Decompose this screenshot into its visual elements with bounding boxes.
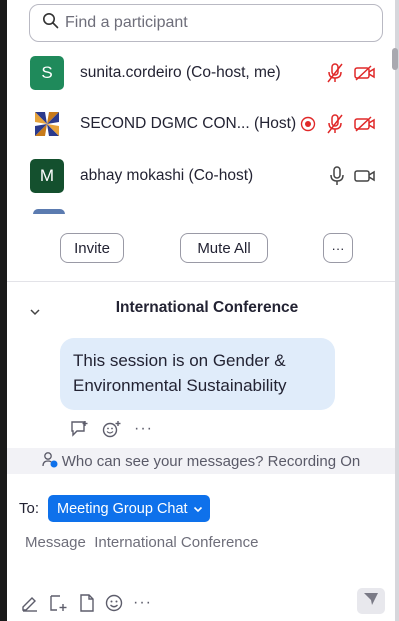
search-icon <box>42 12 59 34</box>
participant-search-box[interactable] <box>29 4 383 42</box>
recipient-value: Meeting Group Chat <box>57 500 188 517</box>
participant-name: sunita.cordeiro (Co-host, me) <box>80 64 281 81</box>
recording-icon <box>300 116 316 132</box>
mute-all-button[interactable]: Mute All <box>180 233 268 263</box>
more-options-button[interactable]: ··· <box>323 233 353 263</box>
send-icon <box>363 592 379 611</box>
section-divider <box>7 281 395 282</box>
avatar: M <box>30 159 64 193</box>
visibility-notice-text: Who can see your messages? Recording On <box>61 452 361 470</box>
participant-name: SECOND DGMC CON... (Host) <box>80 115 297 132</box>
message-more-button[interactable]: ··· <box>134 420 153 438</box>
screenshot-icon[interactable] <box>49 594 69 617</box>
scrollbar-thumb[interactable] <box>392 48 398 70</box>
send-button[interactable] <box>357 588 385 614</box>
participant-row[interactable]: SECOND DGMC CON... (Host) <box>30 104 390 144</box>
visibility-notice[interactable]: Who can see your messages? Recording On <box>7 448 395 474</box>
video-off-icon[interactable] <box>354 116 376 132</box>
message-input[interactable] <box>25 531 385 553</box>
video-icon[interactable] <box>354 168 376 184</box>
mic-muted-icon[interactable] <box>326 63 344 83</box>
video-off-icon[interactable] <box>354 65 376 81</box>
avatar: S <box>30 56 64 90</box>
emoji-icon[interactable] <box>105 594 123 617</box>
mic-icon[interactable] <box>330 166 344 186</box>
mic-muted-icon[interactable] <box>326 114 344 134</box>
recipient-dropdown[interactable]: Meeting Group Chat <box>48 495 210 522</box>
reply-icon[interactable] <box>70 420 90 443</box>
participant-row[interactable]: M abhay mokashi (Co-host) <box>30 156 390 196</box>
chat-message-bubble[interactable]: This session is on Gender & Environmenta… <box>60 338 335 410</box>
search-input[interactable] <box>63 13 357 33</box>
chat-message-text: This session is on Gender & Environmenta… <box>73 351 287 395</box>
participant-row[interactable]: S sunita.cordeiro (Co-host, me) <box>30 53 390 93</box>
invite-button[interactable]: Invite <box>60 233 124 263</box>
host-logo-avatar <box>30 107 64 141</box>
toolbar-more-button[interactable]: ··· <box>133 594 152 612</box>
format-text-icon[interactable] <box>21 594 39 617</box>
user-info-icon <box>42 451 62 472</box>
chevron-down-icon <box>188 501 203 517</box>
participant-avatar-partial <box>33 209 65 214</box>
participant-name: abhay mokashi (Co-host) <box>80 167 254 184</box>
chat-title: International Conference <box>115 299 299 316</box>
file-icon[interactable] <box>79 594 95 617</box>
to-label: To: <box>19 500 40 517</box>
avatar-initial: S <box>41 63 53 82</box>
avatar-initial: M <box>39 166 55 185</box>
add-reaction-icon[interactable] <box>102 420 122 443</box>
